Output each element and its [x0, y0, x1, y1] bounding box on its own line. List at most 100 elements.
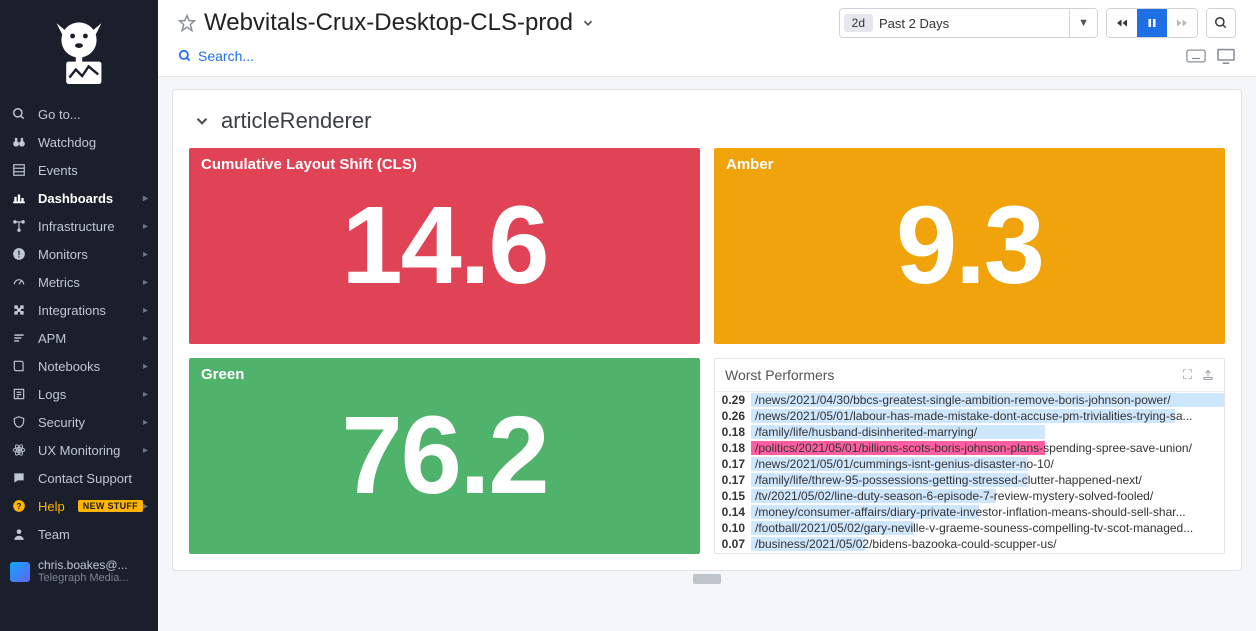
sidebar-item-events[interactable]: Events	[0, 156, 158, 184]
worst-row[interactable]: 0.15/tv/2021/05/02/line-duty-season-6-ep…	[715, 488, 1224, 504]
sidebar: Go to...WatchdogEventsDashboards▸Infrast…	[0, 0, 158, 631]
export-icon[interactable]	[1202, 369, 1214, 381]
chevron-right-icon: ▸	[143, 277, 148, 288]
tile-label: Cumulative Layout Shift (CLS)	[201, 156, 417, 173]
user-org: Telegraph Media...	[38, 572, 129, 585]
worst-bar: /family/life/husband-disinherited-marryi…	[751, 424, 1224, 440]
playback-controls	[1106, 8, 1198, 38]
chevron-right-icon: ▸	[143, 249, 148, 260]
search-input[interactable]: Search...	[198, 48, 254, 64]
sidebar-item-help[interactable]: ?HelpNEW STUFF▸	[0, 492, 158, 520]
sidebar-item-infrastructure[interactable]: Infrastructure▸	[0, 212, 158, 240]
svg-text:?: ?	[17, 502, 22, 511]
logo-area	[0, 0, 158, 100]
pause-button[interactable]	[1137, 8, 1167, 38]
person-icon	[10, 525, 28, 543]
star-icon[interactable]	[178, 14, 196, 32]
tile-value: 9.3	[714, 148, 1225, 344]
sidebar-item-go-to[interactable]: Go to...	[0, 100, 158, 128]
sidebar-item-metrics[interactable]: Metrics▸	[0, 268, 158, 296]
worst-bar: /tv/2021/05/02/line-duty-season-6-episod…	[751, 488, 1224, 504]
search-icon	[178, 49, 192, 63]
tile-green[interactable]: Green 76.2	[189, 358, 700, 554]
chevron-right-icon: ▸	[143, 193, 148, 204]
worst-value: 0.15	[715, 489, 751, 503]
sidebar-item-dashboards[interactable]: Dashboards▸	[0, 184, 158, 212]
sidebar-item-label: Dashboards	[38, 191, 143, 206]
chevron-right-icon: ▸	[143, 305, 148, 316]
title-dropdown-icon[interactable]	[581, 16, 595, 30]
worst-row[interactable]: 0.17/news/2021/05/01/cummings-isnt-geniu…	[715, 456, 1224, 472]
chart-icon	[10, 189, 28, 207]
sidebar-item-label: Metrics	[38, 275, 143, 290]
worst-path: /politics/2021/05/01/billions-scots-bori…	[755, 440, 1224, 456]
worst-bar: /news/2021/05/01/cummings-isnt-genius-di…	[751, 456, 1224, 472]
worst-row[interactable]: 0.29/news/2021/04/30/bbcs-greatest-singl…	[715, 392, 1224, 408]
worst-row[interactable]: 0.07/business/2021/05/02/bidens-bazooka-…	[715, 536, 1224, 552]
chevron-right-icon: ▸	[143, 501, 148, 512]
worst-row[interactable]: 0.17/family/life/threw-95-possessions-ge…	[715, 472, 1224, 488]
sidebar-item-apm[interactable]: APM▸	[0, 324, 158, 352]
time-range-picker[interactable]: 2d Past 2 Days ▼	[839, 8, 1098, 38]
keyboard-icon[interactable]	[1186, 49, 1206, 63]
worst-row[interactable]: 0.26/news/2021/05/01/labour-has-made-mis…	[715, 408, 1224, 424]
sidebar-item-label: Watchdog	[38, 135, 148, 150]
rewind-button[interactable]	[1107, 8, 1137, 38]
worst-bar: /money/consumer-affairs/diary-private-in…	[751, 504, 1224, 520]
binoculars-icon	[10, 133, 28, 151]
help-icon: ?	[10, 497, 28, 515]
search-icon	[10, 105, 28, 123]
chevron-down-icon	[193, 112, 211, 130]
sidebar-item-logs[interactable]: Logs▸	[0, 380, 158, 408]
book-icon	[10, 357, 28, 375]
worst-row[interactable]: 0.14/money/consumer-affairs/diary-privat…	[715, 504, 1224, 520]
main: Webvitals-Crux-Desktop-CLS-prod 2d Past …	[158, 0, 1256, 631]
tile-cls[interactable]: Cumulative Layout Shift (CLS) 14.6	[189, 148, 700, 344]
puzzle-icon	[10, 301, 28, 319]
sidebar-item-integrations[interactable]: Integrations▸	[0, 296, 158, 324]
sidebar-item-contact-support[interactable]: Contact Support	[0, 464, 158, 492]
user-block[interactable]: chris.boakes@... Telegraph Media...	[0, 552, 158, 586]
bars-icon	[10, 329, 28, 347]
worst-bar: /family/life/threw-95-possessions-gettin…	[751, 472, 1224, 488]
worst-value: 0.14	[715, 505, 751, 519]
drawer-handle[interactable]	[172, 571, 1242, 587]
sidebar-item-monitors[interactable]: Monitors▸	[0, 240, 158, 268]
worst-path: /news/2021/05/01/cummings-isnt-genius-di…	[755, 456, 1224, 472]
worst-row[interactable]: 0.10/football/2021/05/02/gary-neville-v-…	[715, 520, 1224, 536]
group-title: articleRenderer	[221, 108, 371, 134]
expand-icon[interactable]: ⛶	[1183, 367, 1192, 383]
worst-value: 0.10	[715, 521, 751, 535]
sidebar-item-label: APM	[38, 331, 143, 346]
logs-icon	[10, 385, 28, 403]
tile-label: Green	[201, 366, 244, 383]
worst-bar: /news/2021/05/01/labour-has-made-mistake…	[751, 408, 1224, 424]
tile-worst-performers[interactable]: Worst Performers ⛶ 0.29/news/2021/04/30/…	[714, 358, 1225, 554]
sidebar-item-label: Contact Support	[38, 471, 148, 486]
worst-value: 0.18	[715, 425, 751, 439]
chevron-right-icon: ▸	[143, 333, 148, 344]
avatar	[10, 562, 30, 582]
search-button[interactable]	[1206, 8, 1236, 38]
group-header[interactable]: articleRenderer	[189, 100, 1225, 148]
chevron-right-icon: ▸	[143, 361, 148, 372]
worst-value: 0.17	[715, 457, 751, 471]
tile-amber[interactable]: Amber 9.3	[714, 148, 1225, 344]
sidebar-item-label: UX Monitoring	[38, 443, 143, 458]
grip-icon	[693, 574, 721, 584]
sidebar-item-label: Notebooks	[38, 359, 143, 374]
worst-row[interactable]: 0.18/family/life/husband-disinherited-ma…	[715, 424, 1224, 440]
forward-button[interactable]	[1167, 8, 1197, 38]
group-card: articleRenderer Cumulative Layout Shift …	[172, 89, 1242, 571]
sidebar-item-watchdog[interactable]: Watchdog	[0, 128, 158, 156]
chat-icon	[10, 469, 28, 487]
worst-row[interactable]: 0.18/politics/2021/05/01/billions-scots-…	[715, 440, 1224, 456]
chevron-right-icon: ▸	[143, 417, 148, 428]
tile-label: Amber	[726, 156, 774, 173]
sidebar-item-notebooks[interactable]: Notebooks▸	[0, 352, 158, 380]
fullscreen-icon[interactable]	[1216, 48, 1236, 64]
sidebar-item-security[interactable]: Security▸	[0, 408, 158, 436]
sidebar-item-team[interactable]: Team	[0, 520, 158, 548]
sidebar-item-ux-monitoring[interactable]: UX Monitoring▸	[0, 436, 158, 464]
time-dropdown-icon[interactable]: ▼	[1069, 9, 1097, 37]
